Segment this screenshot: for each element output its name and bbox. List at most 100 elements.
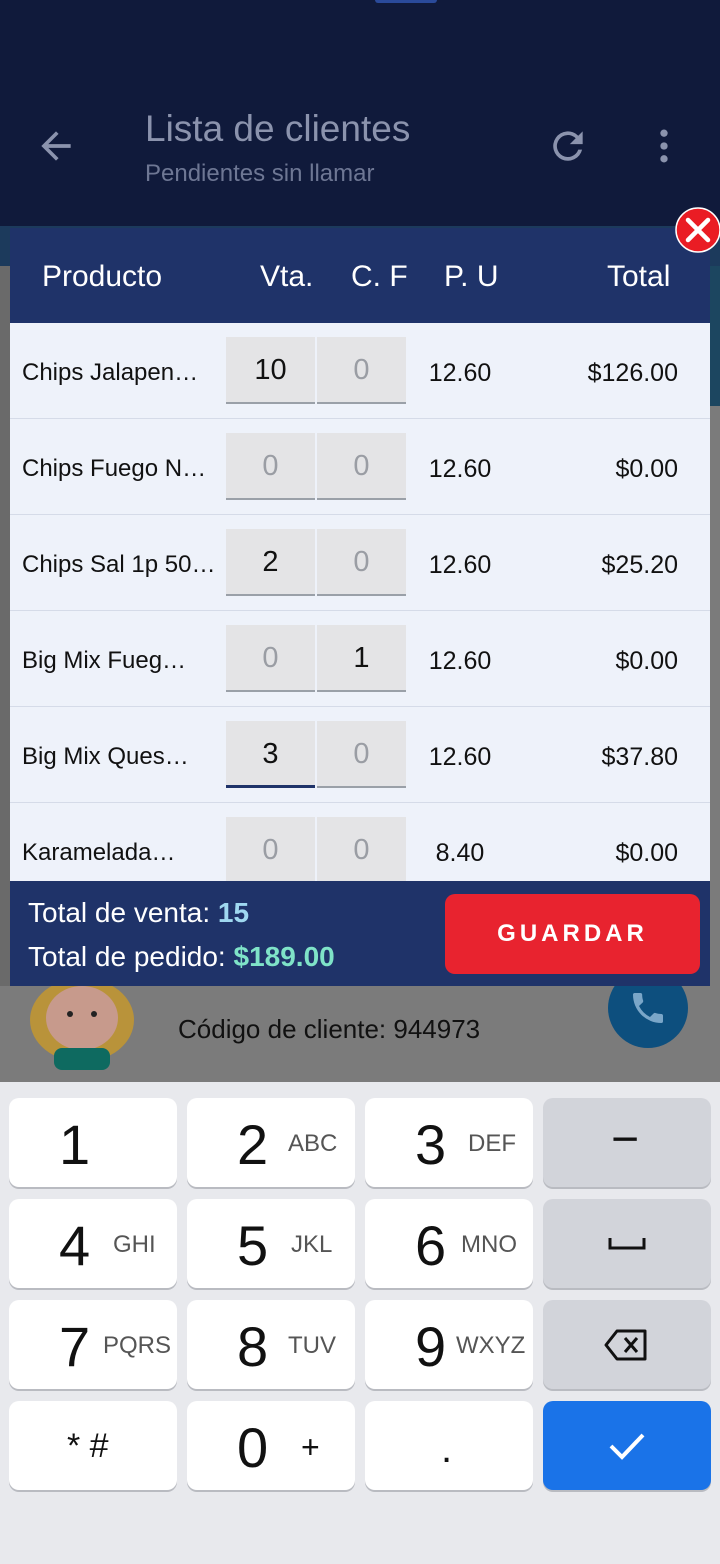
- key-letters: DEF: [468, 1130, 516, 1157]
- unit-price: 12.60: [428, 743, 492, 771]
- close-icon[interactable]: [675, 207, 720, 253]
- cf-input[interactable]: 0: [317, 337, 406, 404]
- key-digit: 1: [59, 1113, 91, 1176]
- key-minus[interactable]: −: [543, 1098, 711, 1187]
- row-total: $0.00: [615, 647, 678, 675]
- backspace-icon: [604, 1329, 647, 1361]
- numeric-keyboard: 1 2 ABC 3 DEF − 4 GHI 5 JKL 6 MNO 7 PQRS 8 TUV …: [0, 1082, 720, 1564]
- phone-icon: [633, 993, 663, 1023]
- key-5[interactable]: 5 JKL: [187, 1199, 355, 1288]
- key-letters: TUV: [288, 1332, 336, 1359]
- cf-input[interactable]: 0: [317, 721, 406, 788]
- product-name: Karamelada…: [22, 839, 176, 866]
- avatar: [30, 980, 134, 1070]
- cf-input[interactable]: 1: [317, 625, 406, 692]
- background-strip: [710, 266, 720, 406]
- vta-input[interactable]: 10: [226, 337, 315, 404]
- row-total: $126.00: [587, 359, 678, 387]
- key-2[interactable]: 2 ABC: [187, 1098, 355, 1187]
- total-pedido: Total de pedido: $189.00: [28, 941, 335, 973]
- save-button[interactable]: GUARDAR: [445, 894, 700, 974]
- table-row: Big Mix Fueg… 0 1 12.60 $0.00: [10, 611, 710, 707]
- table-row: Chips Sal 1p 50… 2 0 12.60 $25.20: [10, 515, 710, 611]
- row-total: $37.80: [601, 743, 678, 771]
- cf-input[interactable]: 0: [317, 433, 406, 500]
- key-letters: JKL: [291, 1231, 333, 1258]
- vta-input[interactable]: 0: [226, 433, 315, 500]
- key-3[interactable]: 3 DEF: [365, 1098, 533, 1187]
- key-1[interactable]: 1: [9, 1098, 177, 1187]
- key-digit: 2: [237, 1113, 269, 1176]
- key-8[interactable]: 8 TUV: [187, 1300, 355, 1389]
- space-icon: [608, 1238, 646, 1250]
- unit-price: 8.40: [435, 839, 485, 867]
- key-digit: 8: [237, 1315, 269, 1378]
- page-title: Lista de clientes: [145, 108, 411, 149]
- client-code: Código de cliente: 944973: [178, 1014, 481, 1044]
- vta-input[interactable]: 3: [226, 721, 315, 788]
- product-name: Chips Fuego N…: [22, 455, 207, 482]
- header-pu: P. U: [444, 260, 499, 293]
- product-name: Big Mix Ques…: [22, 743, 189, 770]
- total-venta: Total de venta: 15: [28, 897, 249, 929]
- cf-input[interactable]: 0: [317, 529, 406, 596]
- key-digit: 7: [59, 1315, 91, 1378]
- key-digit: 6: [415, 1214, 447, 1277]
- status-indicator: [375, 0, 437, 3]
- key-0[interactable]: 0 +: [187, 1401, 355, 1490]
- dialog-footer: Total de venta: 15 Total de pedido: $189…: [10, 881, 710, 986]
- product-list[interactable]: Chips Jalapen… 10 0 12.60 $126.00 Chips …: [10, 323, 710, 881]
- key-symbol: .: [441, 1427, 453, 1471]
- key-letters: GHI: [113, 1231, 156, 1258]
- total-venta-label: Total de venta:: [28, 897, 218, 928]
- vta-input[interactable]: 0: [226, 625, 315, 692]
- key-done[interactable]: [543, 1401, 711, 1490]
- unit-price: 12.60: [428, 455, 492, 483]
- unit-price: 12.60: [428, 551, 492, 579]
- key-digit: 3: [415, 1113, 447, 1176]
- more-vert-icon[interactable]: [642, 124, 686, 168]
- product-name: Chips Jalapen…: [22, 359, 199, 386]
- table-row: Chips Fuego N… 0 0 12.60 $0.00: [10, 419, 710, 515]
- row-total: $0.00: [615, 839, 678, 867]
- product-name: Chips Sal 1p 50…: [22, 551, 216, 578]
- header-total: Total: [607, 260, 671, 293]
- app-bar: Lista de clientes Pendientes sin llamar: [0, 0, 720, 226]
- total-venta-value: 15: [217, 897, 250, 928]
- key-4[interactable]: 4 GHI: [9, 1199, 177, 1288]
- arrow-back-icon[interactable]: [34, 124, 78, 168]
- vta-input[interactable]: 2: [226, 529, 315, 596]
- refresh-icon[interactable]: [546, 124, 590, 168]
- page-subtitle: Pendientes sin llamar: [145, 160, 375, 187]
- key-symbol: −: [611, 1113, 640, 1166]
- total-pedido-label: Total de pedido:: [28, 941, 234, 972]
- order-dialog: Producto Vta. C. F P. U Total Chips Jala…: [10, 228, 710, 986]
- key-letters: WXYZ: [456, 1332, 526, 1359]
- header-producto: Producto: [42, 260, 163, 293]
- key-period[interactable]: .: [365, 1401, 533, 1490]
- key-digit: 5: [237, 1214, 269, 1277]
- header-cf: C. F: [351, 260, 408, 293]
- key-digit: 9: [415, 1315, 447, 1378]
- key-9[interactable]: 9 WXYZ: [365, 1300, 533, 1389]
- key-7[interactable]: 7 PQRS: [9, 1300, 177, 1389]
- key-letters: MNO: [461, 1231, 517, 1258]
- key-star-hash[interactable]: * #: [9, 1401, 177, 1490]
- key-letters: ABC: [288, 1130, 338, 1157]
- key-symbol: * #: [67, 1427, 109, 1465]
- key-digit: 0: [237, 1416, 269, 1479]
- unit-price: 12.60: [428, 647, 492, 675]
- key-digit: 4: [59, 1214, 91, 1277]
- key-space[interactable]: [543, 1199, 711, 1288]
- cf-input[interactable]: 0: [317, 817, 406, 881]
- key-backspace[interactable]: [543, 1300, 711, 1389]
- key-6[interactable]: 6 MNO: [365, 1199, 533, 1288]
- check-icon: [609, 1433, 645, 1460]
- key-letters: PQRS: [103, 1332, 172, 1359]
- header-vta: Vta.: [260, 260, 314, 293]
- vta-input[interactable]: 0: [226, 817, 315, 881]
- unit-price: 12.60: [428, 359, 492, 387]
- table-row: Big Mix Ques… 3 0 12.60 $37.80: [10, 707, 710, 803]
- row-total: $0.00: [615, 455, 678, 483]
- row-total: $25.20: [601, 551, 678, 579]
